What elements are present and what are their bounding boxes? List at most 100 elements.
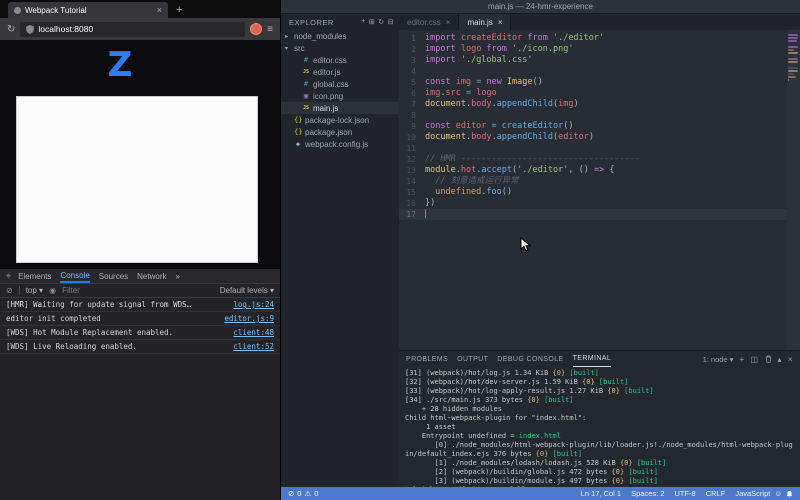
- status-utf-8[interactable]: UTF-8: [674, 489, 695, 498]
- status-crlf[interactable]: CRLF: [706, 489, 726, 498]
- console-filter-input[interactable]: Filter: [62, 286, 214, 295]
- editor-tab-editor-css[interactable]: editor.css ×: [399, 14, 460, 30]
- code-line[interactable]: 14 // 刻意造成运行异常: [399, 176, 800, 187]
- tree-item-global-css[interactable]: # global.css: [281, 78, 399, 90]
- code-line[interactable]: 12 // HMR -------------------------------…: [399, 154, 800, 165]
- editor-tab-main-js[interactable]: main.js ×: [459, 14, 512, 30]
- code-line[interactable]: 5 const img = new Image(): [399, 77, 800, 88]
- panel-tab-debug-console[interactable]: DEBUG CONSOLE: [497, 351, 563, 367]
- page-editor-textarea[interactable]: [16, 96, 258, 263]
- minimap-line: [788, 61, 798, 63]
- tree-item-package-json[interactable]: {} package.json: [281, 126, 399, 138]
- tree-item-label: src: [294, 43, 305, 53]
- status-javascript[interactable]: JavaScript: [735, 489, 770, 498]
- code-line[interactable]: 10 document.body.appendChild(editor): [399, 132, 800, 143]
- minimap-line: [788, 46, 798, 48]
- error-count: 0: [297, 489, 302, 498]
- code-line[interactable]: 1 import createEditor from './editor': [399, 33, 800, 44]
- devtools-tabs-overflow-icon[interactable]: »: [176, 269, 180, 283]
- close-panel-icon[interactable]: ×: [788, 355, 793, 364]
- code-line[interactable]: 6 img.src = logo: [399, 88, 800, 99]
- panel-tab-terminal[interactable]: TERMINAL: [572, 351, 612, 367]
- minimap[interactable]: [787, 30, 800, 350]
- tree-item-label: icon.png: [313, 91, 344, 101]
- tree-item-editor-css[interactable]: # editor.css: [281, 54, 399, 66]
- feedback-smiley-icon[interactable]: ☺: [774, 489, 782, 498]
- devtools-tab-sources[interactable]: Sources: [99, 269, 128, 283]
- status-spaces-2[interactable]: Spaces: 2: [631, 489, 664, 498]
- tree-item-package-lock-json[interactable]: {} package-lock.json: [281, 114, 399, 126]
- inspect-element-icon[interactable]: ⌖: [6, 271, 11, 282]
- terminal-output[interactable]: [31] (webpack)/hot/log.js 1.34 KiB {0} […: [399, 367, 800, 487]
- code-editor[interactable]: 1 import createEditor from './editor' 2 imp…: [399, 30, 800, 350]
- code-line[interactable]: 4: [399, 66, 800, 77]
- menu-icon[interactable]: ≡: [267, 24, 273, 35]
- console-source-link[interactable]: client:52: [233, 342, 274, 351]
- code-line[interactable]: 3 import './global.css': [399, 55, 800, 66]
- refresh-explorer-icon[interactable]: ↻: [378, 18, 384, 26]
- warning-icon: ⚠: [304, 489, 312, 498]
- browser-tab-bar: Webpack Tutorial × +: [0, 0, 280, 18]
- editor-tab-bar: editor.css × main.js ×: [399, 14, 800, 30]
- devtools-tab-elements[interactable]: Elements: [18, 269, 51, 283]
- code-line[interactable]: 11: [399, 143, 800, 154]
- code-text: [425, 209, 426, 220]
- code-line[interactable]: 7 document.body.appendChild(img): [399, 99, 800, 110]
- collapse-folders-icon[interactable]: ⊟: [388, 18, 394, 26]
- new-file-icon[interactable]: +: [361, 18, 366, 26]
- code-text: undefined.foo(): [425, 187, 513, 197]
- code-line[interactable]: 15 undefined.foo(): [399, 187, 800, 198]
- tab-favicon-icon: [14, 6, 21, 14]
- problems-status[interactable]: ⊘ 0 ⚠ 0: [288, 489, 318, 498]
- split-terminal-icon[interactable]: ◫: [751, 355, 759, 364]
- tab-close-icon[interactable]: ×: [157, 5, 162, 15]
- console-source-link[interactable]: client:48: [233, 328, 274, 337]
- tree-item-icon-png[interactable]: ▣ icon.png: [281, 90, 399, 102]
- terminal-line: Entrypoint undefined = index.html: [405, 432, 561, 440]
- minimap-line: [788, 34, 798, 36]
- log-levels-selector[interactable]: Default levels ▾: [220, 286, 274, 295]
- notifications-bell-icon[interactable]: [786, 490, 793, 498]
- console-message: [WDS] Hot Module Replacement enabled. cli…: [0, 326, 280, 340]
- tree-item-editor-js[interactable]: JS editor.js: [281, 66, 399, 78]
- console-source-link[interactable]: log.js:24: [233, 300, 274, 309]
- url-bar[interactable]: localhost:8080: [20, 21, 246, 37]
- devtools-tab-console[interactable]: Console: [60, 269, 90, 283]
- terminal-line: Child html-webpack-plugin for "index.htm…: [405, 414, 587, 422]
- code-line[interactable]: 17: [399, 209, 800, 220]
- profile-avatar[interactable]: [250, 23, 263, 35]
- tab-close-icon[interactable]: ×: [498, 18, 503, 27]
- code-line[interactable]: 13 module.hot.accept('./editor', () => {: [399, 165, 800, 176]
- tree-item-src[interactable]: ▾ src: [281, 42, 399, 54]
- terminal-line: [31] (webpack)/hot/log.js 1.34 KiB {0} […: [405, 369, 599, 377]
- kill-terminal-icon[interactable]: [765, 355, 772, 363]
- status-ln-17-col-1[interactable]: Ln 17, Col 1: [581, 489, 621, 498]
- tree-item-label: editor.css: [313, 55, 347, 65]
- line-number: 2: [411, 45, 416, 54]
- devtools-tab-network[interactable]: Network: [137, 269, 166, 283]
- code-line[interactable]: 16}): [399, 198, 800, 209]
- tab-close-icon[interactable]: ×: [446, 18, 451, 27]
- context-selector[interactable]: top ▾: [26, 286, 43, 295]
- reload-icon[interactable]: ↻: [7, 24, 15, 35]
- new-terminal-icon[interactable]: +: [739, 355, 744, 364]
- terminal-line: [1] ./node_modules/lodash/lodash.js 528 …: [405, 459, 667, 467]
- tree-item-webpack-config-js[interactable]: ◈ webpack.config.js: [281, 138, 399, 150]
- eye-icon[interactable]: ◉: [49, 286, 56, 295]
- code-line[interactable]: 2 import logo from './icon.png': [399, 44, 800, 55]
- clear-console-icon[interactable]: ⊘: [6, 286, 13, 295]
- code-line[interactable]: 9 const editor = createEditor(): [399, 121, 800, 132]
- new-folder-icon[interactable]: ⊞: [369, 18, 375, 26]
- new-tab-button[interactable]: +: [176, 4, 182, 18]
- panel-tab-problems[interactable]: PROBLEMS: [406, 351, 448, 367]
- terminal-selector[interactable]: 1: node ▾: [703, 355, 734, 364]
- maximize-panel-icon[interactable]: ▴: [778, 355, 782, 364]
- panel-tab-output[interactable]: OUTPUT: [457, 351, 488, 367]
- warning-count: 0: [314, 489, 319, 498]
- code-text: img.src = logo: [425, 88, 497, 98]
- browser-tab[interactable]: Webpack Tutorial ×: [8, 2, 168, 18]
- console-source-link[interactable]: editor.js:9: [224, 314, 274, 323]
- tree-item-node-modules[interactable]: ▸ node_modules: [281, 30, 399, 42]
- tree-item-main-js[interactable]: JS main.js: [281, 102, 399, 114]
- code-line[interactable]: 8: [399, 110, 800, 121]
